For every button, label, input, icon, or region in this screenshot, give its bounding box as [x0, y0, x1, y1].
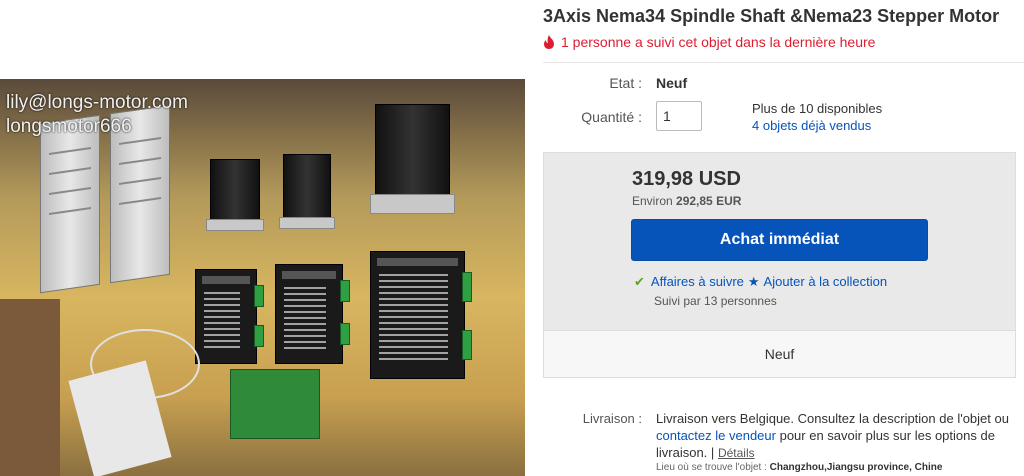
condition-box: Neuf [543, 330, 1016, 378]
follow-link[interactable]: Affaires à suivre [651, 274, 744, 289]
location-value: Changzhou,Jiangsu province, Chine [769, 462, 943, 473]
watch-notice-text: 1 personne a suivi cet objet dans la der… [561, 34, 876, 50]
condition-label: Etat : [609, 75, 642, 91]
star-icon: ★ [747, 274, 760, 289]
watermark-email: lily@longs-motor.com [6, 92, 188, 113]
price: 319,98 USD [632, 168, 741, 190]
item-location: Lieu où se trouve l'objet : Changzhou,Ji… [656, 462, 942, 473]
contact-seller-link[interactable]: contactez le vendeur [656, 428, 776, 443]
wooden-board [0, 299, 60, 476]
divider [543, 62, 1024, 63]
shipping-details-link[interactable]: Détails [718, 446, 755, 460]
stepper-driver-1 [195, 269, 264, 364]
quantity-input[interactable] [656, 101, 702, 131]
shipping-text-1: Livraison vers Belgique. Consultez la de… [656, 411, 1009, 426]
converted-price-value: 292,85 EUR [676, 194, 742, 208]
condition-value: Neuf [656, 75, 688, 91]
shipping-label: Livraison : [582, 411, 642, 426]
power-supply-1 [40, 114, 100, 294]
stepper-driver-2 [275, 264, 350, 364]
listing-title: 3Axis Nema34 Spindle Shaft &Nema23 Stepp… [543, 6, 1000, 26]
fire-icon [544, 35, 554, 49]
nema23-motor-2 [283, 154, 331, 224]
watch-notice: 1 personne a suivi cet objet dans la der… [543, 34, 875, 50]
converted-price: Environ 292,85 EUR [632, 194, 741, 208]
follow-row: ✔ Affaires à suivre ★ Ajouter à la collecti… [634, 274, 887, 290]
product-photo[interactable]: lily@longs-motor.com longsmotor666 [0, 79, 525, 476]
converted-price-prefix: Environ [632, 194, 673, 208]
location-prefix: Lieu où se trouve l'objet : [656, 462, 767, 473]
sold-count-link[interactable]: 4 objets déjà vendus [752, 118, 871, 133]
quantity-label: Quantité : [581, 109, 642, 125]
availability-text: Plus de 10 disponibles [752, 101, 883, 116]
watermark-id: longsmotor666 [6, 116, 132, 137]
shipping-separator: | [710, 445, 715, 460]
add-to-collection-link[interactable]: Ajouter à la collection [764, 274, 888, 289]
breakout-board [230, 369, 320, 439]
shipping-text: Livraison vers Belgique. Consultez la de… [656, 410, 1016, 462]
checkmark-icon: ✔ [634, 274, 645, 289]
followers-count: Suivi par 13 personnes [654, 294, 777, 308]
buy-it-now-button[interactable]: Achat immédiat [631, 219, 928, 261]
stepper-driver-3 [370, 251, 472, 379]
nema34-motor [375, 104, 450, 199]
